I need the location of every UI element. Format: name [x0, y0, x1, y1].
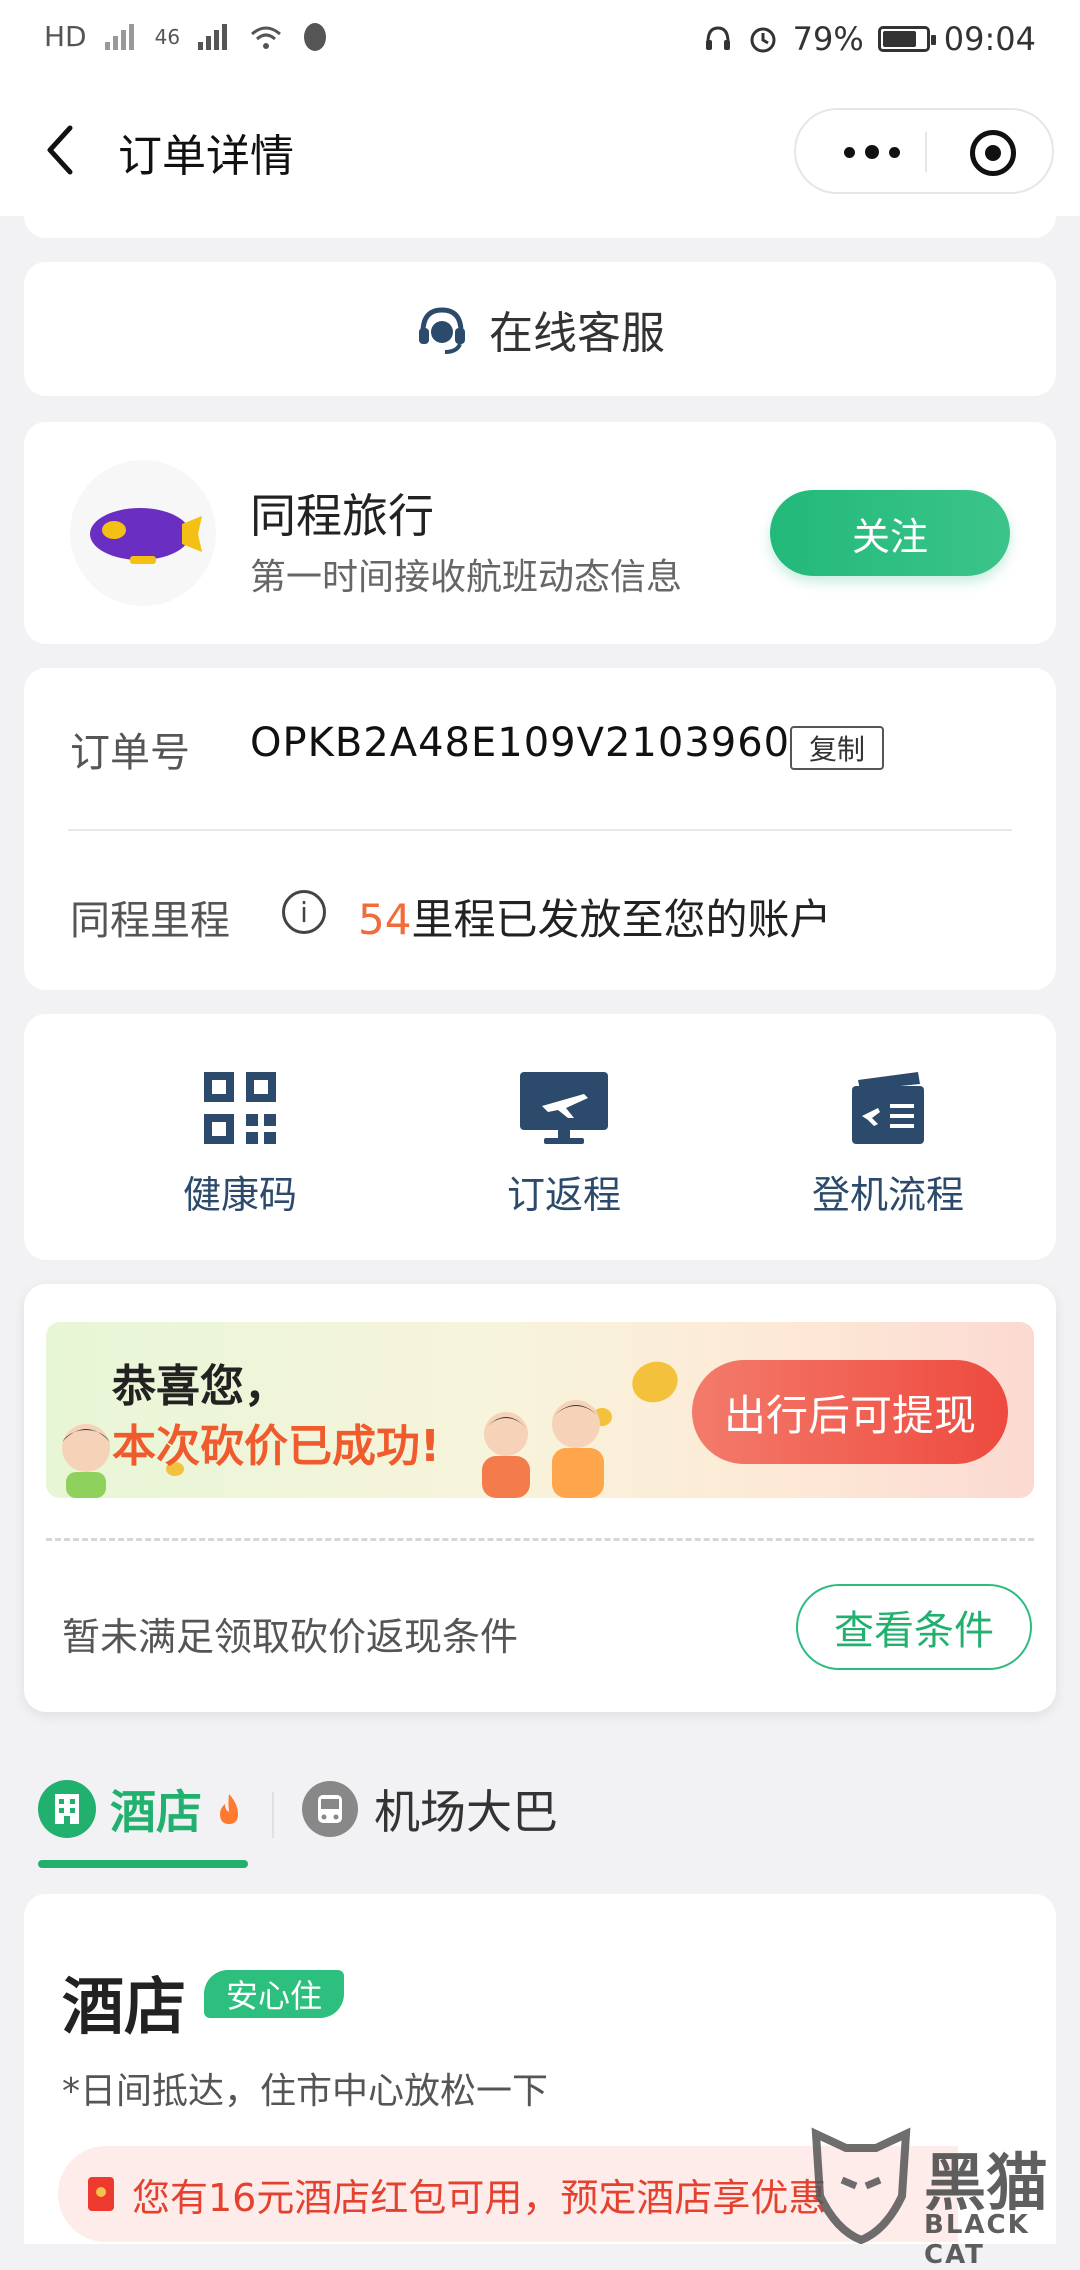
safe-stay-badge: 安心住	[204, 1970, 345, 2018]
bargain-condition-text: 暂未满足领取砍价返现条件	[62, 1615, 519, 1659]
active-tab-indicator	[38, 1860, 248, 1868]
tab-airport-bus[interactable]: 机场大巴	[302, 1776, 558, 1842]
bargain-success-text: 本次砍价已成功!	[112, 1421, 441, 1472]
watermark-text: 黑猫	[924, 2146, 1049, 2219]
order-number: OPKB2A48E109V2103960	[250, 720, 791, 766]
status-bar: HD 46 79% 09:04	[0, 0, 1080, 86]
boarding-process-label: 登机流程	[811, 1173, 964, 1217]
network-type-indicator: 46	[154, 24, 181, 49]
bargain-card: 恭喜您， 本次砍价已成功! 出行后可提现 暂未满足领取砍价返现条件 查看条件	[24, 1284, 1056, 1712]
order-number-label: 订单号	[70, 730, 190, 776]
tab-airport-bus-label: 机场大巴	[374, 1785, 558, 1839]
miles-value: 54	[358, 895, 412, 944]
black-cat-watermark: 黑猫 BLACK CAT	[806, 2126, 1080, 2270]
info-icon[interactable]: i	[282, 890, 326, 934]
signal-icon	[104, 23, 134, 50]
tongcheng-logo	[70, 460, 216, 606]
alarm-icon	[750, 27, 776, 53]
brand-name: 同程旅行	[250, 489, 434, 543]
withdraw-after-trip-button[interactable]: 出行后可提现	[692, 1360, 1008, 1464]
follow-card: 同程旅行 第一时间接收航班动态信息 关注	[24, 422, 1056, 644]
tab-hotel-label: 酒店	[110, 1785, 202, 1839]
book-return-action[interactable]: 订返程	[444, 1070, 684, 1219]
cat-shield-logo	[811, 2127, 911, 2245]
brand-subtitle: 第一时间接收航班动态信息	[250, 557, 683, 598]
previous-card-edge	[24, 196, 1056, 238]
qr-code-icon	[204, 1072, 276, 1144]
miles-label: 同程里程	[70, 898, 230, 944]
book-return-label: 订返程	[506, 1173, 621, 1217]
dashed-divider	[46, 1538, 1034, 1541]
follow-button[interactable]: 关注	[770, 490, 1010, 576]
status-left: HD 46	[44, 20, 330, 53]
health-code-action[interactable]: 健康码	[120, 1070, 360, 1219]
cartoon-family-icon	[482, 1400, 604, 1498]
back-arrow-icon[interactable]	[40, 122, 80, 178]
hd-indicator: HD	[44, 20, 87, 53]
hotel-coupon-text: 您有16元酒店红包可用，预定酒店享优惠	[132, 2175, 827, 2220]
copy-button[interactable]: 复制	[790, 726, 884, 770]
clock: 09:04	[943, 20, 1036, 58]
congrats-text: 恭喜您，	[112, 1361, 288, 1412]
health-code-label: 健康码	[182, 1173, 297, 1217]
capsule-divider	[925, 132, 927, 172]
online-service-button[interactable]: 在线客服	[24, 262, 1056, 396]
online-service-label: 在线客服	[489, 308, 665, 359]
plane-monitor-icon	[520, 1072, 608, 1144]
tab-hotel[interactable]: 酒店	[38, 1776, 242, 1842]
hotel-subtitle: *日间抵达，住市中心放松一下	[62, 2071, 549, 2112]
status-right: 79% 09:04	[703, 20, 1036, 58]
view-conditions-button[interactable]: 查看条件	[796, 1584, 1032, 1670]
headphones-icon	[705, 26, 730, 50]
bargain-banner: 恭喜您， 本次砍价已成功! 出行后可提现	[46, 1322, 1034, 1498]
close-mini-program-icon[interactable]	[970, 130, 1016, 176]
watermark-subtext: BLACK CAT	[924, 2210, 1030, 2270]
headset-icon	[419, 307, 465, 354]
miles-status: 54里程已发放至您的账户	[358, 886, 831, 947]
battery-level	[882, 31, 916, 47]
service-tabs: 酒店 机场大巴	[0, 1752, 1080, 1872]
quick-actions-card: 健康码 订返程 登机流程	[24, 1014, 1056, 1260]
battery-icon	[877, 26, 936, 52]
qq-penguin-icon	[304, 22, 327, 51]
battery-percent: 79%	[792, 20, 864, 58]
bus-icon	[302, 1781, 358, 1837]
signal-bars-icon	[198, 23, 228, 50]
miles-message: 里程已发放至您的账户	[411, 895, 832, 944]
hotel-building-icon	[38, 1780, 96, 1838]
tab-divider	[272, 1792, 274, 1838]
blimp-logo-icon	[90, 508, 202, 564]
order-info-card: 订单号 OPKB2A48E109V2103960 复制 同程里程 i 54里程已…	[24, 668, 1056, 990]
page-title: 订单详情	[118, 131, 294, 182]
wifi-icon	[251, 26, 282, 49]
fire-icon	[220, 1794, 238, 1824]
more-options-icon[interactable]	[832, 140, 912, 164]
hotel-section-title: 酒店	[62, 1970, 187, 2043]
boarding-pass-icon	[852, 1072, 924, 1144]
divider	[68, 829, 1012, 831]
mini-program-capsule	[794, 108, 1054, 194]
boarding-process-action[interactable]: 登机流程	[768, 1070, 1008, 1219]
red-envelope-icon	[88, 2177, 114, 2211]
